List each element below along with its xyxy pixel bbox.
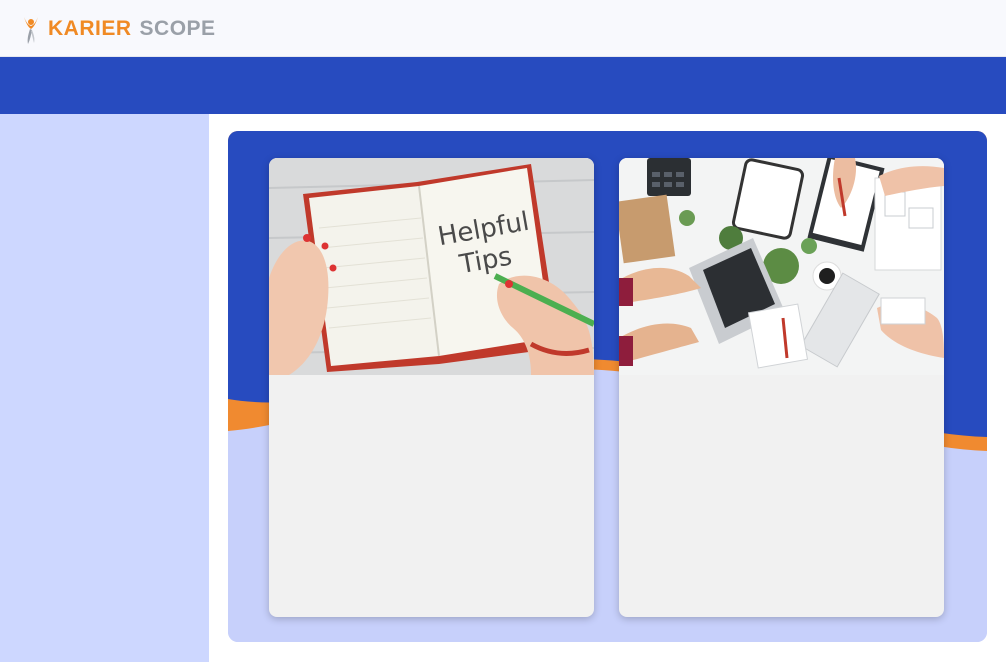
card-helpful-tips[interactable]: Helpful Tips: [269, 158, 594, 617]
card-body: [619, 375, 944, 617]
top-bar: KARIER SCOPE: [0, 0, 1006, 57]
office-desk-image: [619, 158, 944, 375]
navigation-bar: [0, 57, 1006, 114]
karier-scope-logo[interactable]: KARIER SCOPE: [18, 12, 216, 46]
card-workspace[interactable]: [619, 158, 944, 617]
logo-text-karier: KARIER: [48, 17, 132, 40]
logo-text-scope: SCOPE: [139, 17, 216, 40]
logo-person-icon: [24, 17, 38, 44]
content-panel: Helpful Tips: [228, 131, 987, 642]
helpful-tips-notebook-image: Helpful Tips: [269, 158, 594, 375]
card-body: [269, 375, 594, 617]
logo-wordmark: KARIER SCOPE: [48, 17, 216, 41]
sidebar: [0, 114, 209, 662]
